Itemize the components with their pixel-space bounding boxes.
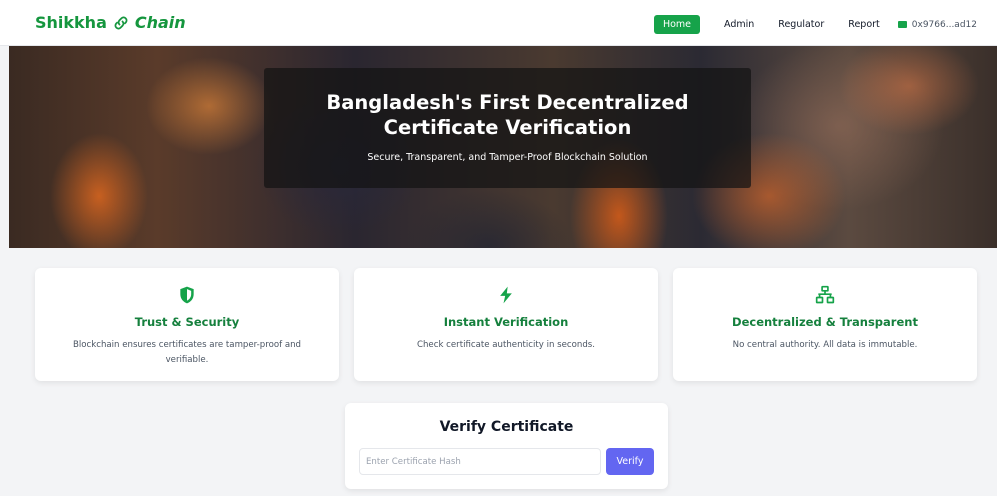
hero-banner: Bangladesh's First Decentralized Certifi… xyxy=(9,46,997,248)
feature-card-instant: Instant Verification Check certificate a… xyxy=(354,268,658,381)
brand-name-part1: Shikkha xyxy=(35,13,107,32)
feature-title: Trust & Security xyxy=(134,315,240,329)
feature-title: Instant Verification xyxy=(443,315,569,329)
wallet-address: 0x9766...ad12 xyxy=(911,19,977,30)
verify-button[interactable]: Verify xyxy=(606,448,654,475)
feature-card-decentralized: Decentralized & Transparent No central a… xyxy=(673,268,977,381)
shield-icon xyxy=(180,286,194,304)
nav-regulator-link[interactable]: Regulator xyxy=(778,19,824,30)
feature-card-trust: Trust & Security Blockchain ensures cert… xyxy=(35,268,339,381)
hero-overlay: Bangladesh's First Decentralized Certifi… xyxy=(264,68,751,188)
hero-subtitle: Secure, Transparent, and Tamper-Proof Bl… xyxy=(367,152,648,163)
feature-description: Blockchain ensures certificates are tamp… xyxy=(72,340,302,365)
wallet-badge[interactable]: 0x9766...ad12 xyxy=(897,19,977,30)
network-icon xyxy=(815,285,835,304)
hero-title-line2: Certificate Verification xyxy=(383,116,632,139)
nav-report-link[interactable]: Report xyxy=(848,19,880,30)
verify-certificate-panel: Verify Certificate Verify xyxy=(345,403,668,489)
feature-description: Check certificate authenticity in second… xyxy=(416,340,595,350)
brand-name-part2: Chain xyxy=(134,13,186,32)
feature-description: No central authority. All data is immuta… xyxy=(732,340,918,350)
lightning-icon xyxy=(500,286,512,304)
wallet-icon xyxy=(897,21,907,28)
link-icon xyxy=(114,16,128,29)
navbar: Shikkha Chain Home Admin Regulator Repor… xyxy=(0,0,997,46)
nav-menu: Home Admin Regulator Report 0x9766...ad1… xyxy=(653,15,977,34)
hero-title-line1: Bangladesh's First Decentralized xyxy=(326,91,689,114)
hero-title: Bangladesh's First Decentralized Certifi… xyxy=(264,90,751,140)
feature-title: Decentralized & Transparent xyxy=(732,315,918,329)
brand-logo[interactable]: Shikkha Chain xyxy=(35,13,186,32)
verify-title: Verify Certificate xyxy=(439,419,574,435)
certificate-hash-input[interactable] xyxy=(359,448,601,475)
nav-admin-link[interactable]: Admin xyxy=(724,19,754,30)
nav-home-link[interactable]: Home xyxy=(653,15,700,34)
